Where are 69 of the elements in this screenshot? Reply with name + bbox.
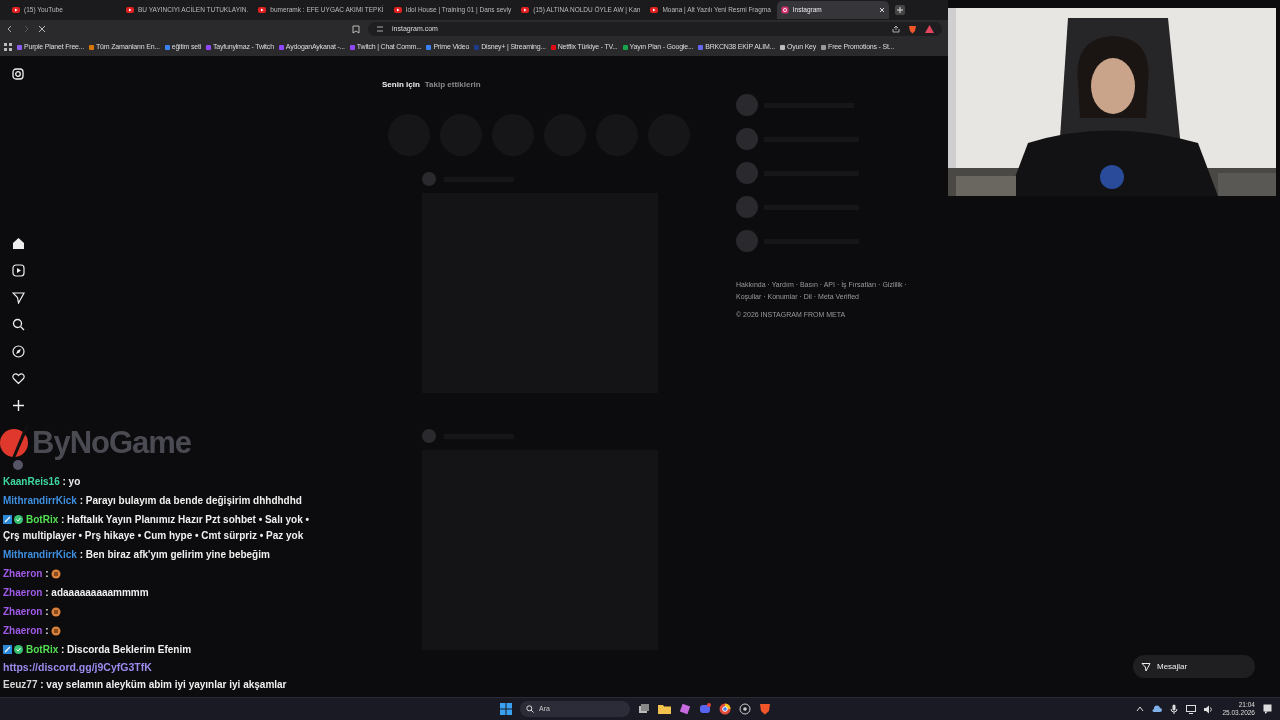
check-badge-icon [14, 515, 23, 525]
avatar-placeholder [422, 172, 436, 186]
browser-icon[interactable] [719, 703, 731, 715]
chat-message: BotRix : Discorda Beklerim Efenim [3, 640, 309, 659]
windows-icon[interactable] [500, 703, 512, 715]
feed-tab[interactable]: Takip ettiklerin [424, 79, 481, 91]
play-icon [126, 6, 134, 14]
chat-message: Zhaeron : [3, 564, 309, 583]
avatar-placeholder [422, 429, 436, 443]
play-icon [650, 6, 659, 14]
play-icon [521, 6, 530, 14]
chat-message: MithrandirrKick : Parayı bulayım da bende değişirim dhhdhdhd [3, 493, 303, 508]
chat-message: MithrandirrKick : Ben biraz afk'yım gelirim yine bebeğim [3, 547, 271, 562]
logo-text: ByNoGame [32, 426, 192, 458]
send-icon [1141, 661, 1151, 672]
play-icon [393, 6, 402, 14]
monitor-icon[interactable] [1186, 704, 1197, 714]
camera-logo-icon [780, 6, 789, 14]
apps-grid-icon[interactable] [4, 43, 12, 51]
chat-message: Eeuz77 : vay selamın aleyküm abim iyi yayınlar iyi akşamlar [3, 677, 288, 692]
emote-icon [51, 606, 62, 617]
share-icon[interactable] [892, 25, 900, 33]
feed-tab[interactable]: Senin için [382, 79, 420, 91]
plus-icon[interactable] [11, 399, 25, 412]
bookmark-icon[interactable] [352, 24, 360, 34]
sword-badge-icon [3, 645, 12, 655]
play-icon [12, 6, 20, 14]
emote-icon [51, 625, 62, 636]
camera-logo-icon[interactable] [12, 68, 24, 80]
chat-message: Zhaeron : [3, 602, 309, 621]
avatar-placeholder [736, 128, 758, 150]
chat-message: KaanReis16 : yo [3, 474, 82, 489]
avatar-placeholder [736, 162, 758, 184]
check-badge-icon [14, 645, 23, 655]
new-tab-button[interactable] [894, 5, 905, 15]
chat-message: BotRix : Haftalık Yayın Planımız Hazır Pzt sohbet • Salı yok • Çrş multiplayer • Prş hikaye • Cum hype • Cmt sürpriz • Paz yok [3, 512, 309, 543]
plus-icon [896, 7, 903, 13]
avatar-placeholder [736, 94, 758, 116]
chat-app-icon[interactable] [699, 703, 711, 715]
search-icon[interactable] [11, 318, 25, 331]
home-icon[interactable] [11, 237, 25, 250]
emote-icon [51, 568, 62, 579]
avatar-placeholder [736, 196, 758, 218]
sword-badge-icon [3, 515, 12, 525]
chat-message: Zhaeron : adaaaaaaaaammmm [3, 585, 150, 600]
messages-button[interactable]: Mesajlar [1133, 655, 1255, 678]
avatar [13, 460, 23, 470]
close-icon[interactable] [878, 7, 885, 13]
chat-link[interactable]: https://discord.gg/j9CyfG3TfK [3, 659, 309, 675]
folder-icon[interactable] [658, 703, 671, 715]
play-icon [258, 6, 267, 14]
task-view-icon[interactable] [638, 703, 650, 715]
speaker-icon[interactable] [1204, 704, 1215, 714]
back-icon[interactable] [6, 25, 14, 33]
chat-message: Zhaeron : [3, 621, 309, 640]
chevron-up-icon[interactable] [1136, 705, 1145, 713]
notification-icon[interactable] [1263, 704, 1272, 714]
stop-icon[interactable] [38, 25, 46, 33]
record-app-icon[interactable] [739, 703, 751, 715]
triangle-icon[interactable] [925, 25, 934, 33]
search-icon [526, 705, 534, 713]
compass-icon[interactable] [11, 345, 25, 358]
heart-icon[interactable] [11, 372, 25, 385]
play-icon[interactable] [11, 264, 25, 277]
microphone-icon[interactable] [1170, 704, 1179, 714]
avatar-placeholder [736, 230, 758, 252]
send-icon[interactable] [11, 291, 25, 304]
cloud-icon[interactable] [1152, 705, 1163, 713]
site-info-icon[interactable] [376, 25, 384, 33]
